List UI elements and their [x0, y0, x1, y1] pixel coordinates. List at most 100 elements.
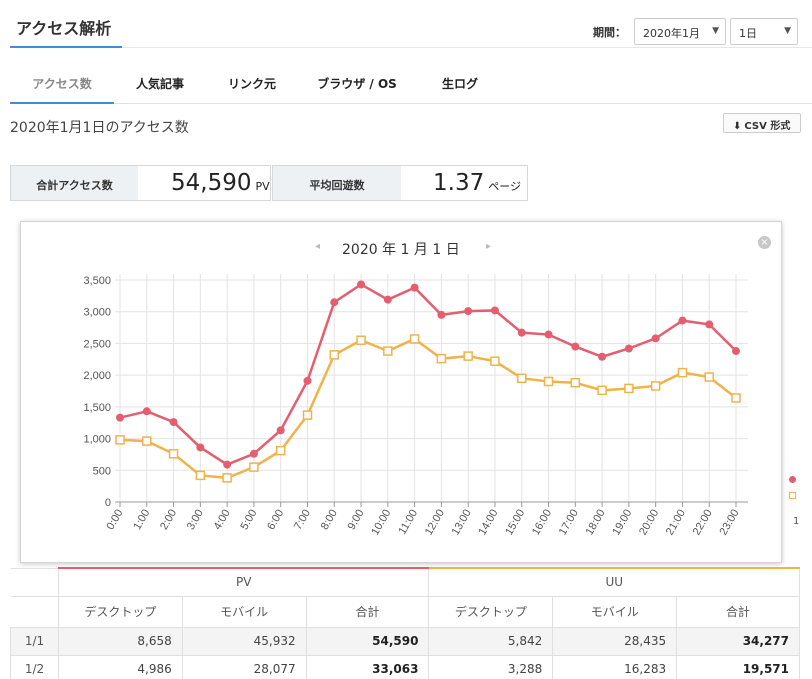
x-tick-label: 7:00 — [292, 508, 313, 533]
x-tick-label: 4:00 — [212, 508, 233, 533]
data-point-pv — [142, 407, 151, 416]
tab-referrers[interactable]: リンク元 — [206, 63, 298, 104]
data-point-pv — [624, 344, 633, 353]
page-subtitle: 2020年1月1日のアクセス数 — [10, 120, 189, 136]
data-point-uu — [597, 385, 607, 396]
data-point-pv — [303, 376, 312, 385]
data-point-uu — [650, 381, 661, 391]
data-point-uu — [302, 410, 313, 420]
data-point-uu — [731, 393, 741, 403]
month-select[interactable]: 2020年1月 ▼ — [634, 18, 726, 45]
data-point-uu — [249, 462, 259, 472]
series-line-uu — [119, 337, 737, 480]
chevron-down-icon: ▼ — [784, 26, 791, 36]
day-select-value: 1日 — [739, 27, 757, 40]
column-header: モバイル — [181, 595, 307, 628]
pv-group-header: PV — [57, 567, 430, 597]
x-tick-label: 18:00 — [584, 508, 608, 538]
download-icon: ⬇ — [733, 121, 742, 132]
data-point-uu — [543, 376, 554, 387]
data-point-pv — [705, 320, 714, 329]
data-point-pv — [490, 306, 499, 315]
data-point-pv — [571, 342, 580, 351]
x-tick-label: 15:00 — [503, 508, 527, 538]
y-tick-label: 2,000 — [83, 370, 111, 382]
x-tick-label: 13:00 — [450, 508, 474, 538]
x-tick-label: 3:00 — [185, 508, 206, 533]
tab-bar: アクセス数 人気記事 リンク元 ブラウザ / OS 生ログ — [10, 63, 812, 104]
next-day-button[interactable]: ▸ — [486, 241, 491, 252]
data-point-uu — [356, 335, 366, 346]
tab-popular-articles[interactable]: 人気記事 — [114, 63, 206, 104]
data-point-uu — [677, 367, 688, 378]
x-tick-label: 21:00 — [664, 508, 688, 538]
prev-day-button[interactable]: ◂ — [315, 241, 320, 252]
data-point-uu — [570, 378, 581, 388]
y-tick-label: 2,500 — [83, 338, 111, 350]
access-table: PV UU デスクトップ モバイル 合計 デスクトップ モバイル 合計 1/1 … — [10, 567, 800, 679]
table-cell: 5,842 — [428, 626, 554, 656]
column-header: デスクトップ — [428, 595, 554, 628]
table-cell: 16,283 — [552, 654, 678, 679]
data-point-uu — [490, 356, 500, 366]
data-point-pv — [517, 328, 526, 337]
total-access-label: 合計アクセス数 — [11, 166, 138, 200]
data-point-pv — [249, 449, 258, 458]
table-cell: 4,986 — [57, 654, 183, 679]
peek-tick-label: 1 — [793, 516, 800, 527]
x-tick-label: 23:00 — [717, 508, 741, 538]
x-tick-label: 11:00 — [396, 508, 420, 537]
avg-pages-stat: 平均回遊数 1.37 ページ — [272, 165, 528, 201]
table-cell: 28,435 — [552, 626, 678, 656]
data-point-uu — [275, 445, 286, 456]
table-cell: 28,077 — [181, 654, 307, 679]
data-point-uu — [195, 470, 206, 481]
x-tick-label: 0:00 — [104, 508, 125, 533]
page-title: アクセス解析 — [10, 0, 122, 48]
total-access-value: 54,590 PV — [171, 170, 270, 196]
tab-browser-os[interactable]: ブラウザ / OS — [298, 63, 416, 104]
csv-export-button[interactable]: ⬇ CSV 形式 — [723, 113, 801, 133]
avg-pages-number: 1.37 — [433, 170, 485, 196]
data-point-pv — [678, 316, 687, 325]
data-point-uu — [463, 351, 473, 361]
y-tick-label: 500 — [93, 465, 111, 477]
day-select[interactable]: 1日 ▼ — [730, 18, 798, 45]
y-tick-label: 3,000 — [83, 307, 111, 319]
data-point-pv — [330, 298, 339, 307]
table-cell-total: 54,590 — [305, 626, 430, 656]
total-access-stat: 合計アクセス数 54,590 PV — [10, 165, 271, 201]
table-cell-total: 33,063 — [305, 654, 430, 679]
x-tick-label: 9:00 — [346, 508, 367, 533]
table-corner-sub — [10, 595, 59, 628]
tab-access-count[interactable]: アクセス数 — [10, 63, 114, 104]
table-corner — [10, 567, 59, 597]
column-header: 合計 — [305, 595, 430, 628]
total-access-number: 54,590 — [171, 170, 252, 196]
data-point-pv — [116, 413, 124, 422]
table-cell: 45,932 — [181, 626, 307, 656]
x-tick-label: 17:00 — [557, 508, 581, 538]
x-tick-label: 6:00 — [265, 508, 286, 533]
x-tick-label: 8:00 — [319, 508, 340, 533]
close-icon[interactable]: × — [758, 236, 771, 249]
data-point-uu — [436, 353, 447, 364]
data-point-pv — [598, 352, 607, 361]
x-tick-label: 16:00 — [530, 508, 554, 538]
avg-pages-label: 平均回遊数 — [273, 166, 401, 200]
tab-raw-log[interactable]: 生ログ — [416, 63, 504, 104]
csv-button-label: CSV 形式 — [744, 121, 791, 132]
data-point-uu — [624, 383, 634, 394]
avg-pages-value: 1.37 ページ — [433, 170, 521, 196]
data-point-pv — [196, 443, 205, 452]
data-point-uu — [383, 346, 393, 356]
x-tick-label: 14:00 — [476, 508, 500, 538]
column-header: 合計 — [676, 595, 800, 628]
data-point-uu — [142, 436, 152, 446]
x-tick-label: 10:00 — [369, 508, 393, 538]
x-tick-label: 20:00 — [637, 508, 661, 538]
y-tick-label: 0 — [105, 497, 111, 509]
x-tick-label: 12:00 — [423, 508, 447, 538]
data-point-pv — [276, 426, 285, 435]
chart-title: 2020 年 1 月 1 日 — [342, 242, 460, 258]
